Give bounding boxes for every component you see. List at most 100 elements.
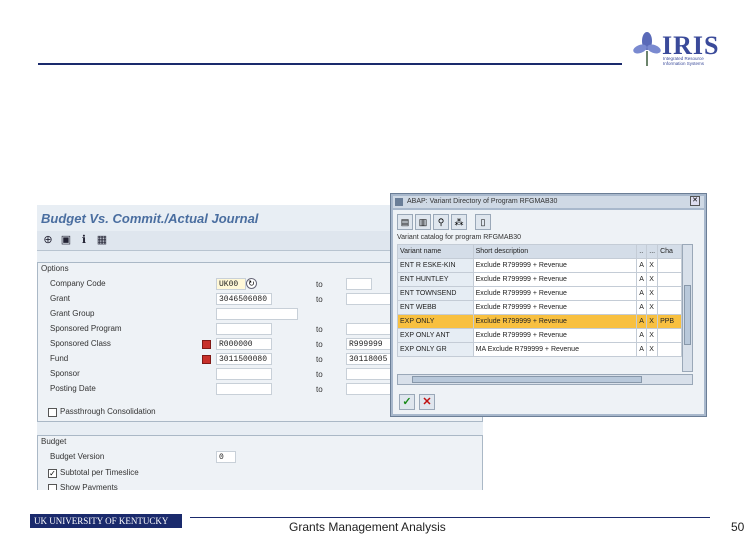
variant-flag: X [646, 314, 659, 329]
filter-icon[interactable]: ⁂ [451, 214, 467, 230]
budget-version-label: Budget Version [50, 452, 105, 461]
variant-table: Variant name Short description .. ... Ch… [397, 244, 682, 357]
budget-group: Budget Budget Version 0 ✓ Subtotal per T… [37, 435, 483, 490]
vertical-scrollbar[interactable] [682, 244, 693, 372]
sponsor-input[interactable] [216, 368, 272, 380]
field-label: Posting Date [50, 384, 96, 393]
variant-changed-by [657, 342, 682, 357]
horizontal-scrollbar[interactable] [397, 374, 693, 385]
to-label: to [316, 295, 323, 304]
field-label: Fund [50, 354, 69, 363]
table-row[interactable]: EXP ONLY ANT Exclude R799999 + Revenue A… [397, 328, 682, 343]
posting-date-input[interactable] [216, 383, 272, 395]
column-header[interactable]: Short description [472, 244, 638, 259]
refresh-icon[interactable]: ↻ [246, 278, 257, 289]
field-label: Company Code [50, 279, 106, 288]
to-label: to [316, 325, 323, 334]
variant-name: ENT HUNTLEY [397, 272, 474, 287]
column-header[interactable]: Cha [657, 244, 682, 259]
grid-icon[interactable]: ▦ [95, 234, 109, 247]
to-label: to [316, 385, 323, 394]
variant-flag: A [636, 258, 648, 273]
show-payments-label: Show Payments [60, 483, 118, 490]
confirm-checkmark-icon[interactable]: ✓ [399, 394, 415, 410]
passthrough-checkbox[interactable] [48, 408, 57, 417]
company-code-to-input[interactable] [346, 278, 372, 290]
grant-input[interactable]: 3046506080 [216, 293, 272, 305]
dialog-title: ABAP: Variant Directory of Program RFGMA… [393, 196, 704, 208]
to-label: to [316, 370, 323, 379]
print-icon[interactable]: ▤ [397, 214, 413, 230]
variant-flag: A [636, 314, 648, 329]
budget-version-input[interactable]: 0 [216, 451, 236, 463]
save-icon[interactable]: ▥ [415, 214, 431, 230]
variant-flag: X [646, 258, 659, 273]
subtotal-label: Subtotal per Timeslice [60, 468, 139, 477]
table-row[interactable]: ENT R ESKE-KIN Exclude R799999 + Revenue… [397, 258, 682, 273]
variant-flag: X [646, 328, 659, 343]
to-label: to [316, 355, 323, 364]
field-label: Sponsor [50, 369, 80, 378]
to-label: to [316, 280, 323, 289]
close-icon[interactable]: ✕ [690, 196, 700, 206]
variant-flag: A [636, 328, 648, 343]
footer-rule [190, 517, 710, 518]
dialog-subtitle: Variant catalog for program RFGMAB30 [397, 234, 521, 241]
budget-title: Budget [41, 437, 67, 446]
column-header[interactable]: Variant name [397, 244, 474, 259]
cancel-x-icon[interactable]: ✕ [419, 394, 435, 410]
sponsored-program-input[interactable] [216, 323, 272, 335]
page-number: 50 [731, 520, 745, 534]
variant-changed-by [657, 328, 682, 343]
variant-flag: X [646, 286, 659, 301]
variant-name: EXP ONLY GR [397, 342, 474, 357]
grant-group-input[interactable] [216, 308, 298, 320]
variant-changed-by [657, 286, 682, 301]
table-row[interactable]: ENT TOWNSEND Exclude R799999 + Revenue A… [397, 286, 682, 301]
variant-flag: A [636, 342, 648, 357]
header-rule [38, 63, 622, 65]
window-menu-icon[interactable] [395, 198, 403, 206]
variant-description: Exclude R799999 + Revenue [472, 258, 638, 273]
variant-changed-by [657, 272, 682, 287]
variant-changed-by [657, 300, 682, 315]
variant-flag: X [646, 300, 659, 315]
show-payments-checkbox[interactable] [48, 484, 57, 490]
variant-changed-by: PPB [657, 314, 682, 329]
field-label: Grant Group [50, 309, 95, 318]
table-row[interactable]: ENT WEBB Exclude R799999 + Revenue A X [397, 300, 682, 315]
uk-logo: UK UNIVERSITY OF KENTUCKY [30, 514, 182, 528]
scroll-thumb[interactable] [684, 285, 691, 345]
to-label: to [316, 340, 323, 349]
table-row[interactable]: ENT HUNTLEY Exclude R799999 + Revenue A … [397, 272, 682, 287]
column-header[interactable]: ... [646, 244, 659, 259]
variant-flag: X [646, 342, 659, 357]
variant-flag: A [636, 272, 648, 287]
table-row[interactable]: EXP ONLY GR MA Exclude R799999 + Revenue… [397, 342, 682, 357]
multiple-selection-icon[interactable] [202, 355, 211, 364]
iris-logo-subtitle: Integrated Resource Information Systems [663, 56, 705, 66]
subtotal-checkbox[interactable]: ✓ [48, 469, 57, 478]
company-code-input[interactable]: UK00 [216, 278, 246, 290]
variant-name: EXP ONLY ANT [397, 328, 474, 343]
table-row-selected[interactable]: EXP ONLY Exclude R799999 + Revenue A X P… [397, 314, 682, 329]
multiple-selection-icon[interactable] [202, 340, 211, 349]
variant-description: Exclude R799999 + Revenue [472, 314, 638, 329]
field-label: Grant [50, 294, 71, 303]
find-icon[interactable]: ⚲ [433, 214, 449, 230]
document-icon[interactable]: ▯ [475, 214, 491, 230]
variant-flag: X [646, 272, 659, 287]
fund-input[interactable]: 3011500080 [216, 353, 272, 365]
variant-description: Exclude R799999 + Revenue [472, 300, 638, 315]
info-icon[interactable]: ℹ [77, 234, 91, 247]
field-label: Sponsored Class [50, 339, 111, 348]
dialog-body: ▤ ▥ ⚲ ⁂ ▯ Variant catalog for program RF… [393, 210, 704, 414]
get-variant-icon[interactable]: ▣ [59, 234, 73, 247]
variant-description: Exclude R799999 + Revenue [472, 286, 638, 301]
scroll-thumb[interactable] [412, 376, 642, 383]
column-header[interactable]: .. [636, 244, 648, 259]
sponsored-class-input[interactable]: R000000 [216, 338, 272, 350]
options-title: Options [41, 264, 69, 273]
execute-icon[interactable]: ⊕ [41, 234, 55, 247]
variant-directory-dialog: ABAP: Variant Directory of Program RFGMA… [390, 193, 707, 417]
